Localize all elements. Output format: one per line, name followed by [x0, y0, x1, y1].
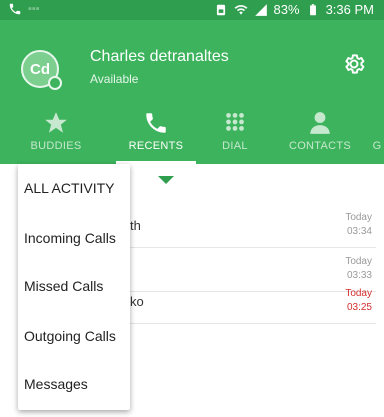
presence-indicator	[48, 76, 62, 90]
tab-label: G	[372, 140, 382, 152]
call-day: Today	[345, 212, 372, 223]
dialpad-icon	[226, 113, 244, 131]
wifi-icon	[234, 5, 247, 15]
star-icon	[45, 112, 67, 133]
menu-item-messages[interactable]: Messages	[18, 360, 130, 408]
call-time: 03:34	[346, 226, 372, 237]
tab-bar: BUDDIES RECENTS DIAL CONTACTS G	[0, 102, 384, 164]
app-root: ▪▪▪ 83% 3:36 PM Cd Charles detranaltes A…	[0, 0, 384, 417]
clock-time: 3:36 PM	[325, 2, 374, 17]
battery-icon	[309, 4, 316, 16]
tab-contacts[interactable]: CONTACTS	[282, 102, 358, 164]
menu-item-all-activity[interactable]: ALL ACTIVITY	[18, 164, 130, 212]
tab-label: BUDDIES	[30, 140, 82, 152]
partial-tab-icon	[370, 110, 384, 136]
divider	[130, 323, 376, 324]
menu-item-incoming-calls[interactable]: Incoming Calls	[18, 214, 130, 262]
call-time: 03:25	[346, 302, 372, 313]
phone-call-icon	[9, 3, 21, 15]
status-left: ▪▪▪	[8, 2, 40, 16]
tab-label: DIAL	[222, 140, 248, 152]
signal-icon	[254, 4, 267, 16]
person-icon	[310, 112, 330, 134]
menu-item-outgoing-calls[interactable]: Outgoing Calls	[18, 312, 130, 360]
battery-percent: 83%	[273, 2, 300, 17]
tab-recents[interactable]: RECENTS	[116, 102, 196, 164]
sim-icon	[216, 4, 225, 16]
status-right: 83% 3:36 PM	[214, 2, 374, 18]
phone-icon	[146, 113, 166, 133]
chevron-down-icon[interactable]	[158, 176, 174, 184]
contact-name: th	[130, 218, 141, 233]
user-name: Charles detranaltes	[90, 48, 229, 65]
app-header: Cd Charles detranaltes Available BUDDIES…	[0, 20, 384, 164]
user-status[interactable]: Available	[90, 72, 138, 86]
menu-item-missed-calls[interactable]: Missed Calls	[18, 262, 130, 310]
call-day: Today	[345, 256, 372, 267]
tab-label: CONTACTS	[288, 140, 352, 152]
tab-partial[interactable]: G	[370, 102, 384, 164]
contact-name: ko	[130, 294, 144, 309]
notification-icons: ▪▪▪	[28, 3, 40, 15]
tab-buddies[interactable]: BUDDIES	[22, 102, 90, 164]
avatar-initials: Cd	[30, 60, 50, 78]
call-day: Today	[345, 288, 372, 299]
tab-dial[interactable]: DIAL	[210, 102, 260, 164]
activity-filter-menu: ALL ACTIVITY Incoming Calls Missed Calls…	[18, 164, 130, 410]
tab-label: RECENTS	[128, 140, 184, 152]
gear-icon[interactable]	[342, 52, 366, 76]
status-bar: ▪▪▪ 83% 3:36 PM	[0, 0, 384, 20]
